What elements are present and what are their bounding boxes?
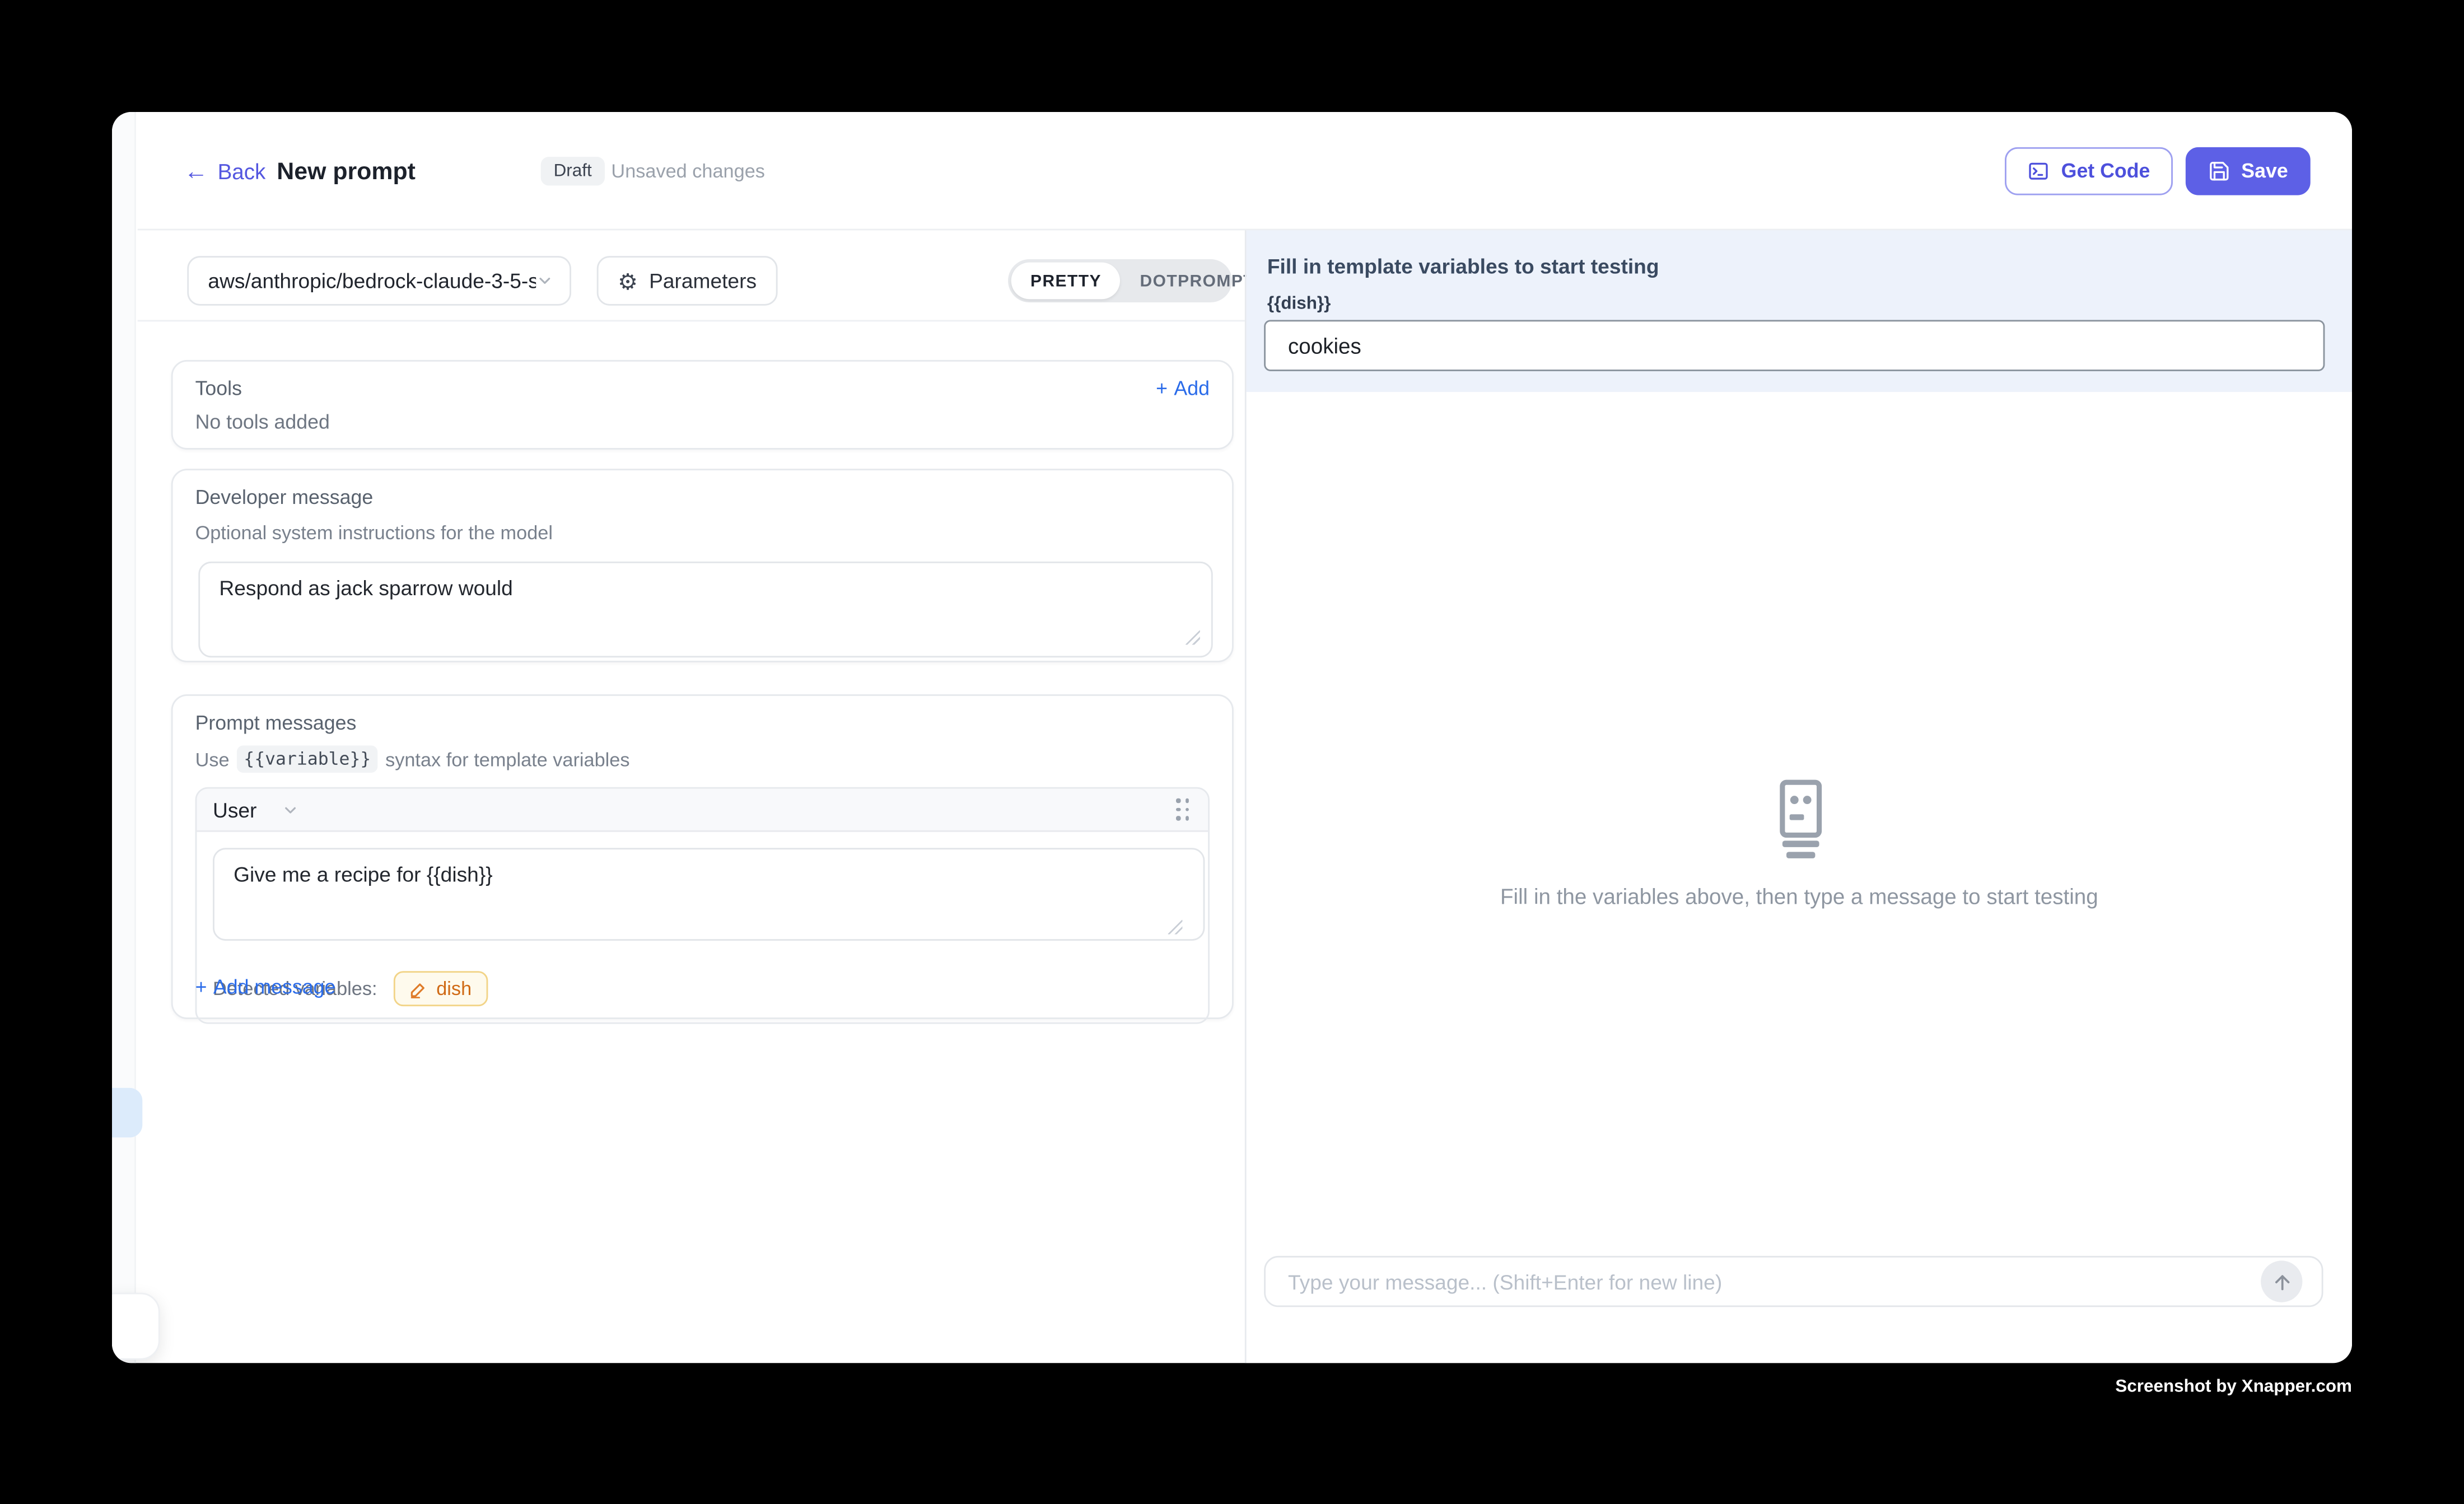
drag-handle-icon[interactable]: [1173, 796, 1192, 824]
chat-empty-text: Fill in the variables above, then type a…: [1500, 885, 2098, 909]
parameters-button[interactable]: ⚙ Parameters: [597, 256, 778, 306]
hint-suffix: syntax for template variables: [385, 748, 629, 770]
developer-message-hint: Optional system instructions for the mod…: [195, 521, 1210, 544]
chevron-down-icon: [282, 801, 300, 818]
save-label: Save: [2241, 160, 2288, 183]
user-message-textarea[interactable]: Give me a recipe for {{dish}}: [213, 848, 1205, 941]
hint-prefix: Use: [195, 748, 230, 770]
add-message-label: Add message: [213, 976, 335, 998]
collapsed-sidebar-rail: [112, 112, 136, 1363]
developer-message-textarea[interactable]: Respond as jack sparrow would: [198, 562, 1212, 657]
resize-handle-icon[interactable]: [1186, 630, 1200, 645]
variable-value-input[interactable]: [1264, 320, 2325, 371]
add-tool-button[interactable]: + Add: [1156, 377, 1210, 400]
chevron-down-icon: [536, 272, 553, 289]
detected-variable-badge[interactable]: dish: [393, 971, 488, 1006]
plus-icon: +: [1156, 377, 1168, 400]
arrow-up-icon: [2271, 1271, 2292, 1292]
detected-variable-name: dish: [436, 978, 472, 1000]
message-role-bar: User: [197, 789, 1208, 832]
prompt-messages-label: Prompt messages: [195, 712, 1210, 734]
sidebar-active-item[interactable]: [112, 1088, 142, 1138]
chat-test-area: Fill in the variables above, then type a…: [1247, 392, 2352, 1363]
sidebar-popover: [112, 1293, 160, 1360]
tools-label: Tools: [195, 377, 242, 400]
back-button[interactable]: ← Back: [184, 159, 266, 183]
message-composer: [1264, 1256, 2323, 1307]
divider: [138, 320, 1245, 321]
save-button[interactable]: Save: [2185, 147, 2310, 195]
screenshot-stage: ← Back New prompt Draft Unsaved changes …: [0, 0, 2464, 1504]
code-terminal-icon: [2028, 160, 2050, 183]
tools-empty-text: No tools added: [195, 411, 1210, 433]
view-mode-toggle: PRETTY DOTPROMPT: [1008, 259, 1232, 302]
send-button[interactable]: [2261, 1260, 2302, 1302]
status-badge: Draft: [541, 157, 605, 185]
watermark: Screenshot by Xnapper.com: [2115, 1377, 2352, 1396]
header: ← Back New prompt Draft Unsaved changes …: [138, 112, 2352, 230]
prompt-messages-card: Prompt messages Use {{variable}} syntax …: [171, 694, 1234, 1019]
back-label: Back: [218, 159, 266, 183]
message-block: User Give me a recipe for {{dish}} Detec…: [195, 787, 1210, 1024]
template-variables-panel: Fill in template variables to start test…: [1247, 230, 2352, 392]
role-select[interactable]: User: [213, 797, 300, 821]
variables-panel-title: Fill in template variables to start test…: [1267, 254, 1659, 278]
plus-icon: +: [195, 976, 207, 998]
pencil-edit-icon: [409, 980, 427, 997]
developer-message-label: Developer message: [195, 487, 1210, 509]
app-window: ← Back New prompt Draft Unsaved changes …: [112, 112, 2352, 1363]
back-arrow-icon: ←: [184, 159, 208, 183]
resize-handle-icon[interactable]: [1168, 920, 1183, 935]
page-title: New prompt: [277, 157, 416, 185]
add-message-button[interactable]: + Add message: [195, 976, 336, 998]
variable-label: {{dish}}: [1267, 295, 1331, 314]
message-input[interactable]: [1266, 1269, 2322, 1293]
add-tool-label: Add: [1174, 377, 1210, 400]
get-code-label: Get Code: [2061, 160, 2150, 183]
save-floppy-icon: [2208, 160, 2230, 183]
parameters-label: Parameters: [649, 269, 757, 293]
robot-face-icon: [1767, 779, 1831, 859]
model-select-value: aws/anthropic/bedrock-claude-3-5-s...: [208, 269, 536, 293]
role-value: User: [213, 797, 256, 821]
variable-syntax-chip: {{variable}}: [237, 745, 377, 773]
get-code-button[interactable]: Get Code: [2005, 147, 2173, 195]
chat-empty-state: Fill in the variables above, then type a…: [1247, 779, 2352, 908]
model-select[interactable]: aws/anthropic/bedrock-claude-3-5-s...: [187, 256, 571, 306]
unsaved-changes-note: Unsaved changes: [611, 160, 765, 183]
developer-message-card: Developer message Optional system instru…: [171, 469, 1234, 662]
toggle-pretty[interactable]: PRETTY: [1011, 263, 1121, 300]
gear-icon: ⚙: [618, 269, 638, 292]
tools-card: Tools + Add No tools added: [171, 360, 1234, 450]
